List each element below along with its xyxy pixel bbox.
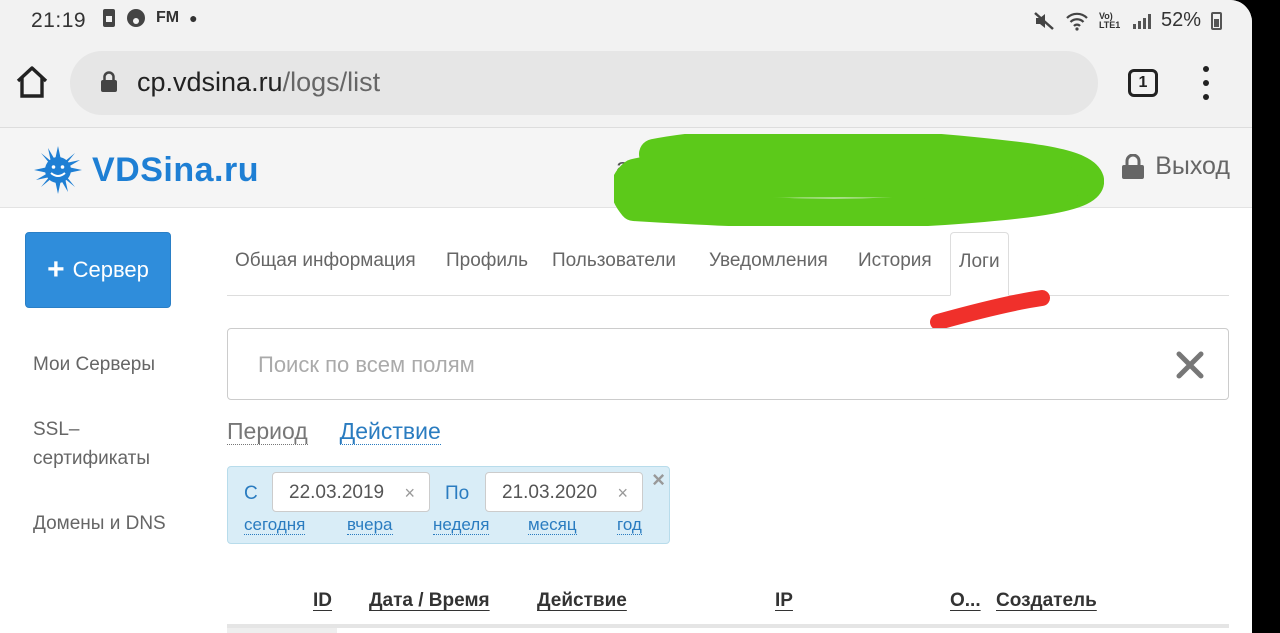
tab-notifications[interactable]: Уведомления xyxy=(709,250,828,272)
status-left-icons: FM ● xyxy=(102,8,198,28)
status-bar: 21:19 FM ● Vo) LTE1 52% xyxy=(0,0,1252,42)
to-label: По xyxy=(445,483,470,504)
col-o[interactable]: О... xyxy=(950,590,981,612)
quick-yesterday[interactable]: вчера xyxy=(347,515,393,535)
tab-users[interactable]: Пользователи xyxy=(552,250,676,272)
table-row xyxy=(227,628,337,633)
lte-icon: Vo) LTE1 xyxy=(1098,10,1121,30)
tab-general[interactable]: Общая информация xyxy=(235,250,416,272)
filter-period-link[interactable]: Период xyxy=(227,418,308,445)
col-datetime[interactable]: Дата / Время xyxy=(369,590,490,612)
search-input[interactable] xyxy=(258,347,1138,383)
more-menu-icon[interactable] xyxy=(1196,66,1216,100)
sun-logo-icon xyxy=(34,146,82,194)
filter-action-link[interactable]: Действие xyxy=(339,418,441,445)
close-period-icon[interactable]: × xyxy=(652,467,665,493)
col-ip[interactable]: IP xyxy=(775,590,793,612)
url-text[interactable]: cp.vdsina.ru/logs/list xyxy=(137,67,380,98)
period-filter-panel: С 22.03.2019 × По 21.03.2020 × × сегодня… xyxy=(227,466,670,544)
clear-date-to-icon[interactable]: × xyxy=(617,483,628,504)
table-header-divider xyxy=(227,624,1229,628)
signal-icon xyxy=(1132,13,1151,29)
status-right-icons: Vo) LTE1 52% xyxy=(1033,9,1222,32)
tab-switcher-button[interactable]: 1 xyxy=(1128,69,1158,97)
logout-label: Выход xyxy=(1155,152,1230,180)
date-from-value: 22.03.2019 xyxy=(289,482,385,503)
wifi-icon xyxy=(1066,12,1088,31)
home-icon[interactable] xyxy=(14,64,50,100)
device-screen: 21:19 FM ● Vo) LTE1 52% cp.vdsina.ru/log… xyxy=(0,0,1252,633)
record-icon xyxy=(127,9,145,27)
quick-year[interactable]: год xyxy=(617,515,642,535)
redaction-scribble xyxy=(614,134,1104,226)
dot-icon: ● xyxy=(189,10,198,26)
sidebar-item-domains[interactable]: Домены и DNS xyxy=(33,509,183,538)
add-server-button[interactable]: + Сервер xyxy=(25,232,171,308)
col-id[interactable]: ID xyxy=(313,590,332,612)
sidebar-item-servers[interactable]: Мои Серверы xyxy=(33,350,183,379)
plus-icon: + xyxy=(47,253,65,286)
date-to-field[interactable]: 21.03.2020 × xyxy=(485,472,643,512)
clear-search-icon[interactable] xyxy=(1176,351,1204,379)
fm-icon: FM xyxy=(156,9,180,26)
mute-icon xyxy=(1034,11,1054,30)
url-path: /logs/list xyxy=(282,67,381,97)
sidebar-nav: Мои Серверы SSL–сертификаты Домены и DNS xyxy=(33,350,193,574)
clear-date-from-icon[interactable]: × xyxy=(404,483,415,504)
date-to-value: 21.03.2020 xyxy=(502,482,598,503)
from-label: С xyxy=(244,483,258,504)
logs-table-header: ID Дата / Время Действие IP О... Создате… xyxy=(227,586,1229,626)
browser-toolbar: cp.vdsina.ru/logs/list 1 xyxy=(0,42,1252,128)
lock-icon[interactable] xyxy=(100,71,118,93)
add-server-label: Сервер xyxy=(72,257,149,282)
url-host: cp.vdsina.ru xyxy=(137,67,283,97)
search-box xyxy=(227,328,1229,400)
sim-icon xyxy=(103,9,115,27)
col-action[interactable]: Действие xyxy=(537,590,627,612)
sidebar-item-ssl[interactable]: SSL–сертификаты xyxy=(33,415,183,473)
logo-text: VDSina.ru xyxy=(92,150,259,189)
quick-week[interactable]: неделя xyxy=(433,515,490,535)
tab-history[interactable]: История xyxy=(858,250,932,272)
site-logo[interactable]: VDSina.ru xyxy=(34,146,259,194)
status-time: 21:19 xyxy=(31,9,87,32)
filter-toggles: Период Действие xyxy=(227,418,441,445)
quick-today[interactable]: сегодня xyxy=(244,515,306,535)
battery-level: 52% xyxy=(1160,9,1201,31)
tab-profile[interactable]: Профиль xyxy=(446,250,528,272)
padlock-icon xyxy=(1122,153,1145,179)
account-tabs: Общая информация Профиль Пользователи Ув… xyxy=(227,232,1229,296)
battery-icon xyxy=(1211,11,1222,30)
address-bar[interactable]: cp.vdsina.ru/logs/list xyxy=(70,51,1098,115)
logout-button[interactable]: Выход xyxy=(1121,152,1230,181)
screen-edge xyxy=(1252,0,1280,633)
date-from-field[interactable]: 22.03.2019 × xyxy=(272,472,430,512)
site-header: VDSina.ru a Выход xyxy=(0,128,1252,226)
quick-month[interactable]: месяц xyxy=(528,515,577,535)
col-creator[interactable]: Создатель xyxy=(996,590,1097,612)
